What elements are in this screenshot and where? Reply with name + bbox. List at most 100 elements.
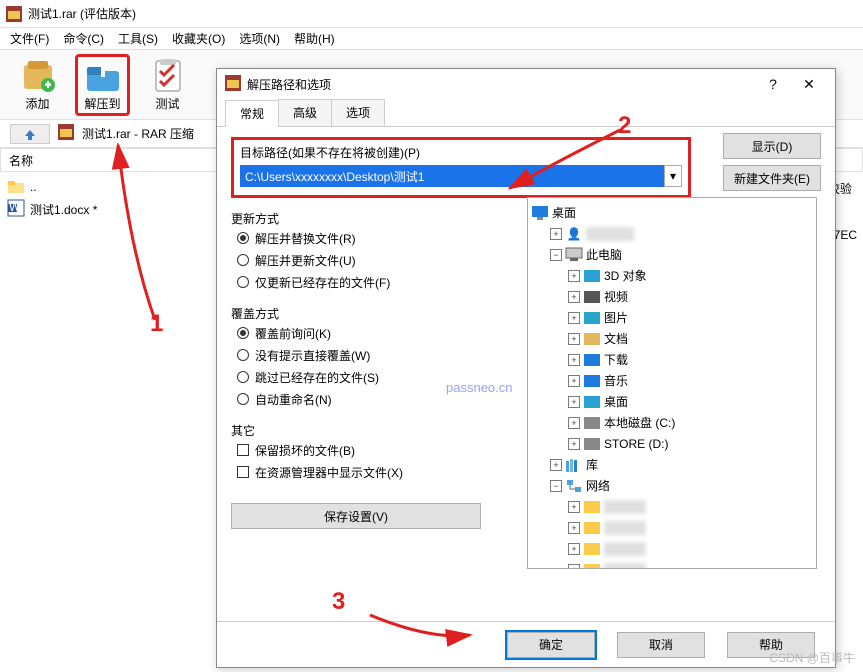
tab-general[interactable]: 常规: [225, 100, 279, 127]
tree-thispc-label: 此电脑: [586, 246, 622, 263]
expand-icon[interactable]: +: [568, 417, 580, 429]
tree-item[interactable]: +文档: [532, 328, 812, 349]
tree-network[interactable]: − 网络: [532, 475, 812, 496]
libraries-icon: [566, 457, 582, 473]
menu-options[interactable]: 选项(N): [239, 30, 280, 47]
folder-tree[interactable]: 桌面 + 👤 xxxxxxxx − 此电脑 +3D 对象+视频+图片+文档+下载…: [527, 197, 817, 569]
folder-up-icon: [8, 179, 24, 196]
extract-icon: [85, 57, 121, 93]
tree-item-label: 下载: [604, 351, 628, 368]
path-dropdown-toggle[interactable]: ▾: [664, 165, 682, 187]
overwrite-opt1-label: 覆盖前询问(K): [255, 325, 331, 342]
expand-icon[interactable]: +: [568, 375, 580, 387]
tree-item[interactable]: + 音乐: [532, 370, 812, 391]
misc-show-explorer[interactable]: 在资源管理器中显示文件(X): [237, 461, 511, 483]
checkbox-icon: [237, 444, 249, 456]
close-icon[interactable]: ✕: [791, 71, 827, 97]
expand-icon[interactable]: +: [568, 564, 580, 570]
folder-icon: [584, 562, 600, 570]
tree-item-label: 音乐: [604, 372, 628, 389]
update-opt-existing[interactable]: 仅更新已经存在的文件(F): [237, 271, 511, 293]
overwrite-opt-ask[interactable]: 覆盖前询问(K): [237, 322, 511, 344]
help-button-icon[interactable]: ?: [755, 71, 791, 97]
csdn-watermark: CSDN @百事牛: [769, 649, 855, 666]
overwrite-opt2-label: 没有提示直接覆盖(W): [255, 347, 370, 364]
tree-desktop[interactable]: 桌面: [532, 202, 812, 223]
overwrite-opt-silent[interactable]: 没有提示直接覆盖(W): [237, 344, 511, 366]
update-opt-update[interactable]: 解压并更新文件(U): [237, 249, 511, 271]
tree-this-pc[interactable]: − 此电脑: [532, 244, 812, 265]
display-button[interactable]: 显示(D): [723, 133, 821, 159]
collapse-icon[interactable]: −: [550, 249, 562, 261]
tree-item[interactable]: + 下载: [532, 349, 812, 370]
radio-icon: [237, 393, 249, 405]
folder-icon: [584, 499, 600, 515]
extract-to-button[interactable]: 解压到: [75, 54, 130, 116]
collapse-icon[interactable]: −: [550, 480, 562, 492]
expand-icon[interactable]: +: [568, 354, 580, 366]
folder-icon: [584, 373, 600, 389]
ok-button[interactable]: 确定: [507, 632, 595, 658]
tree-item[interactable]: +图片: [532, 307, 812, 328]
overwrite-opt4-label: 自动重命名(N): [255, 391, 332, 408]
expand-icon[interactable]: +: [568, 270, 580, 282]
update-opt1-label: 解压并替换文件(R): [255, 230, 356, 247]
expand-icon[interactable]: +: [568, 438, 580, 450]
misc-keep-broken[interactable]: 保留损坏的文件(B): [237, 439, 511, 461]
tree-user[interactable]: + 👤 xxxxxxxx: [532, 223, 812, 244]
dialog-footer: 确定 取消 帮助: [217, 621, 835, 667]
expand-icon[interactable]: +: [550, 228, 562, 240]
tree-item-label: 视频: [604, 288, 628, 305]
folder-icon: [584, 541, 600, 557]
docx-icon: W: [8, 200, 24, 219]
tree-item[interactable]: + 视频: [532, 286, 812, 307]
user-icon: 👤: [566, 226, 582, 242]
tree-item[interactable]: +3D 对象: [532, 265, 812, 286]
window-title: 测试1.rar (评估版本): [28, 5, 136, 22]
dialog-tabs: 常规 高级 选项: [217, 99, 835, 127]
expand-icon[interactable]: +: [568, 291, 580, 303]
chevron-down-icon: ▾: [670, 169, 676, 183]
up-button[interactable]: [10, 124, 50, 144]
tree-item-hidden[interactable]: + xxxxxxx: [532, 517, 812, 538]
tree-item[interactable]: + STORE (D:): [532, 433, 812, 454]
expand-icon[interactable]: +: [568, 501, 580, 513]
tab-advanced[interactable]: 高级: [278, 99, 332, 126]
tree-item[interactable]: +本地磁盘 (C:): [532, 412, 812, 433]
expand-icon[interactable]: +: [550, 459, 562, 471]
menu-tools[interactable]: 工具(S): [118, 30, 158, 47]
radio-icon: [237, 276, 249, 288]
tree-item-label: xxxxxxx: [604, 542, 646, 556]
tree-libraries[interactable]: + 库: [532, 454, 812, 475]
menu-help[interactable]: 帮助(H): [294, 30, 335, 47]
tree-item-hidden[interactable]: +xxxxxxx: [532, 559, 812, 569]
folder-icon: [584, 436, 600, 452]
archive-icon: [58, 124, 74, 143]
cancel-button[interactable]: 取消: [617, 632, 705, 658]
tree-item-label: STORE (D:): [604, 437, 668, 451]
test-button[interactable]: 测试: [140, 54, 195, 116]
folder-icon: [584, 289, 600, 305]
target-path-group: 目标路径(如果不存在将被创建)(P) ▾: [231, 137, 691, 198]
tree-item-hidden[interactable]: + xxxxxxx: [532, 538, 812, 559]
expand-icon[interactable]: +: [568, 543, 580, 555]
new-folder-button[interactable]: 新建文件夹(E): [723, 165, 821, 191]
save-settings-button[interactable]: 保存设置(V): [231, 503, 481, 529]
tab-options[interactable]: 选项: [331, 99, 385, 126]
annotation-3: 3: [332, 588, 345, 616]
target-path-input[interactable]: [240, 165, 682, 187]
tree-item-label: xxxxxxx: [604, 521, 646, 535]
expand-icon[interactable]: +: [568, 312, 580, 324]
menu-favorites[interactable]: 收藏夹(O): [172, 30, 225, 47]
expand-icon[interactable]: +: [568, 396, 580, 408]
tree-item-hidden[interactable]: +xxxxxxx: [532, 496, 812, 517]
expand-icon[interactable]: +: [568, 333, 580, 345]
add-button[interactable]: 添加: [10, 54, 65, 116]
test-icon: [150, 57, 186, 93]
update-opt-replace[interactable]: 解压并替换文件(R): [237, 227, 511, 249]
menu-file[interactable]: 文件(F): [10, 30, 49, 47]
tree-item[interactable]: +桌面: [532, 391, 812, 412]
expand-icon[interactable]: +: [568, 522, 580, 534]
menu-command[interactable]: 命令(C): [63, 30, 104, 47]
test-label: 测试: [155, 95, 179, 112]
